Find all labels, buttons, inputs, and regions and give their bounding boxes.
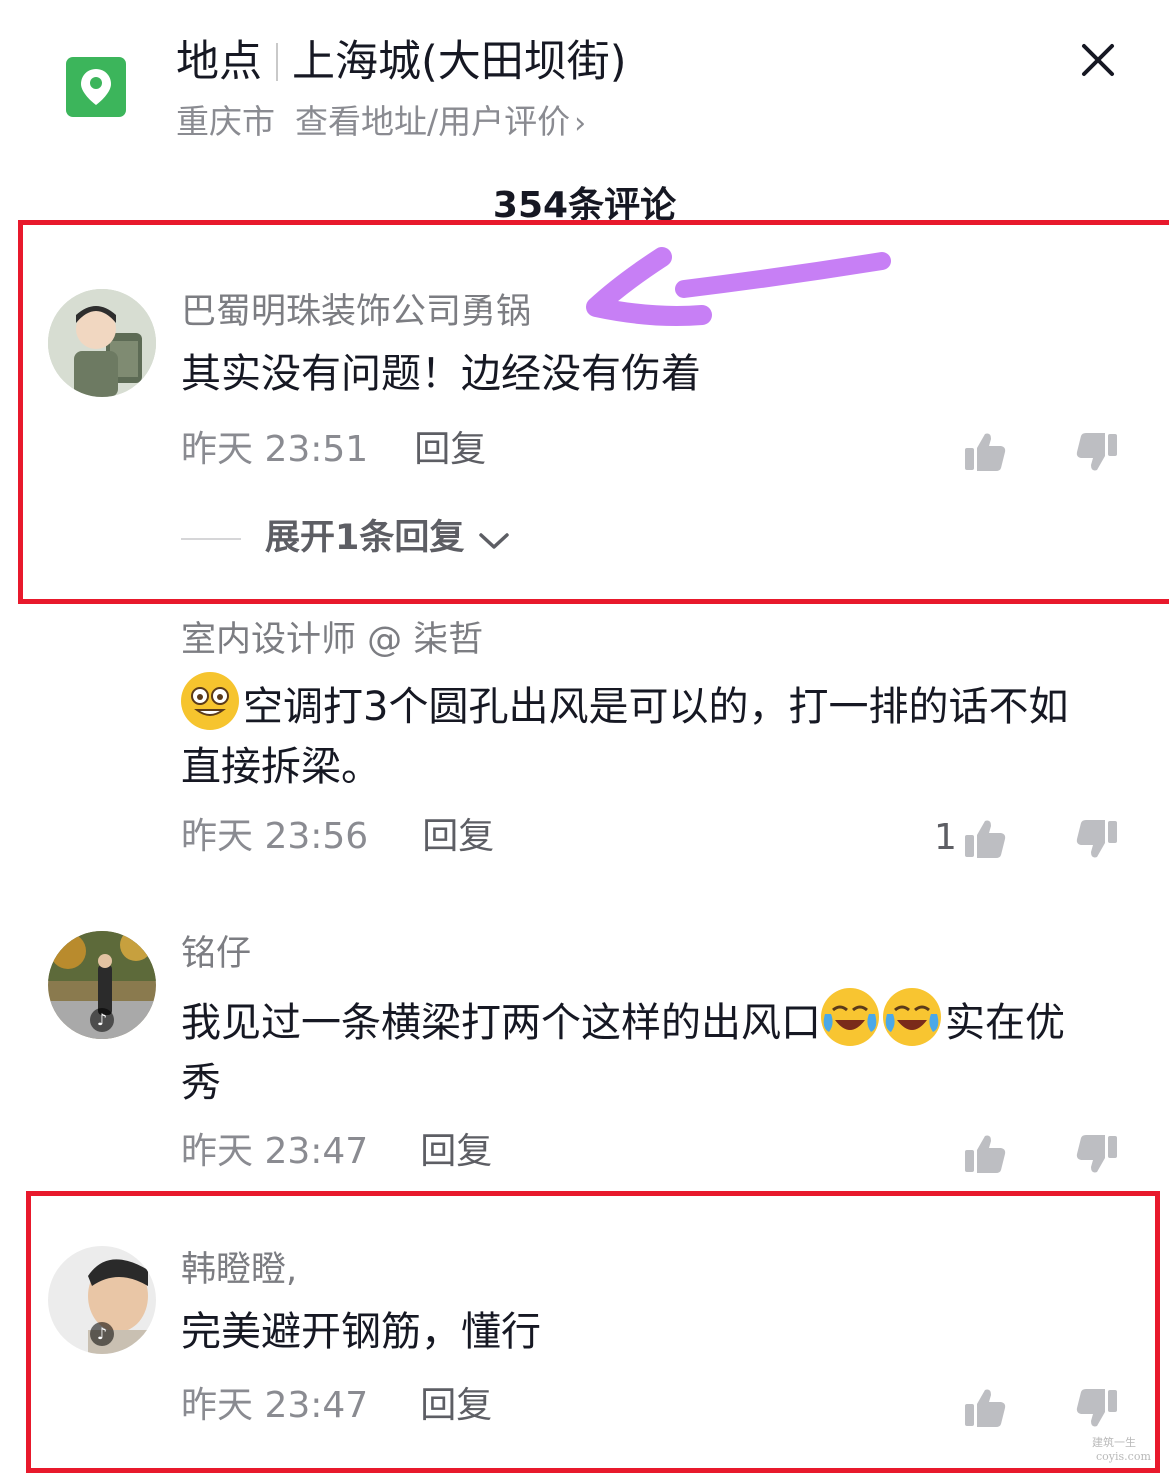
tiktok-badge-icon: ♪ bbox=[90, 1008, 114, 1032]
address-review-link[interactable]: 查看地址/用户评价 bbox=[295, 102, 570, 141]
reply-button[interactable]: 回复 bbox=[414, 429, 486, 470]
comment-meta: 昨天 23:47 回复 bbox=[181, 1130, 492, 1174]
comment-username[interactable]: 韩瞪瞪, bbox=[181, 1248, 297, 1292]
comment-username[interactable]: 铭仔 bbox=[181, 932, 251, 976]
tears-of-joy-emoji-icon bbox=[821, 988, 879, 1046]
close-button[interactable] bbox=[1078, 40, 1118, 80]
comment-time: 昨天 23:51 bbox=[181, 429, 369, 470]
title-divider bbox=[276, 43, 278, 81]
dislike-thumb-icon[interactable] bbox=[1075, 430, 1119, 474]
annotation-arrow bbox=[586, 247, 891, 326]
location-title[interactable]: 地点 上海城(大田坝街) bbox=[176, 36, 627, 88]
dislike-thumb-icon[interactable] bbox=[1075, 817, 1119, 861]
reply-button[interactable]: 回复 bbox=[420, 1131, 492, 1172]
tiktok-badge-icon: ♪ bbox=[90, 1322, 114, 1346]
close-icon bbox=[1082, 44, 1114, 76]
place-name: 上海城(大田坝街) bbox=[292, 37, 627, 87]
chevron-right-icon: › bbox=[574, 106, 587, 141]
comment-text: 空调打3个圆孔出风是可以的，打一排的话不如直接拆梁。 bbox=[181, 672, 1101, 797]
reply-button[interactable]: 回复 bbox=[422, 816, 494, 857]
watermark: 建筑一生 coyis.com bbox=[1066, 1434, 1151, 1463]
like-thumb-icon[interactable] bbox=[963, 430, 1007, 474]
comment-text: 我见过一条横梁打两个这样的出风口 实在优秀 bbox=[181, 988, 1101, 1113]
comment-time: 昨天 23:56 bbox=[181, 816, 369, 857]
tears-of-joy-emoji-icon bbox=[883, 988, 941, 1046]
comment-username[interactable]: 室内设计师 @ 柒哲 bbox=[181, 618, 483, 662]
like-thumb-icon[interactable] bbox=[963, 1386, 1007, 1430]
reply-button[interactable]: 回复 bbox=[420, 1385, 492, 1426]
comment-text-part-1: 我见过一条横梁打两个这样的出风口 bbox=[181, 1000, 821, 1046]
location-subtitle[interactable]: 重庆市 查看地址/用户评价 › bbox=[176, 100, 586, 146]
location-label: 地点 bbox=[176, 37, 262, 87]
expand-divider bbox=[181, 538, 241, 540]
like-count: 1 bbox=[934, 817, 957, 858]
dislike-thumb-icon[interactable] bbox=[1075, 1386, 1119, 1430]
comment-meta: 昨天 23:51 回复 bbox=[181, 428, 486, 472]
expand-label: 展开1条回复 bbox=[265, 518, 465, 558]
chevron-down-icon bbox=[478, 533, 509, 549]
comment-time: 昨天 23:47 bbox=[181, 1131, 369, 1172]
watermark-line-1: 建筑一生 bbox=[1092, 1436, 1136, 1449]
city-name: 重庆市 bbox=[176, 102, 275, 141]
comment-text: 其实没有问题！边经没有伤着 bbox=[181, 351, 701, 397]
comment-meta: 昨天 23:56 回复 bbox=[181, 815, 494, 859]
comment-username[interactable]: 巴蜀明珠装饰公司勇锅 bbox=[181, 290, 531, 334]
expand-replies-button[interactable]: 展开1条回复 bbox=[181, 516, 511, 560]
like-thumb-icon[interactable] bbox=[963, 1132, 1007, 1176]
comment-meta: 昨天 23:47 回复 bbox=[181, 1384, 492, 1428]
avatar[interactable] bbox=[48, 289, 156, 397]
dislike-thumb-icon[interactable] bbox=[1075, 1132, 1119, 1176]
grinning-emoji-icon bbox=[181, 672, 239, 730]
comment-text-content: 空调打3个圆孔出风是可以的，打一排的话不如直接拆梁。 bbox=[181, 684, 1069, 790]
comment-time: 昨天 23:47 bbox=[181, 1385, 369, 1426]
watermark-line-2: coyis.com bbox=[1096, 1450, 1151, 1463]
location-pin-icon bbox=[66, 57, 126, 117]
like-thumb-icon[interactable] bbox=[963, 817, 1007, 861]
comment-text: 完美避开钢筋，懂行 bbox=[181, 1309, 541, 1355]
